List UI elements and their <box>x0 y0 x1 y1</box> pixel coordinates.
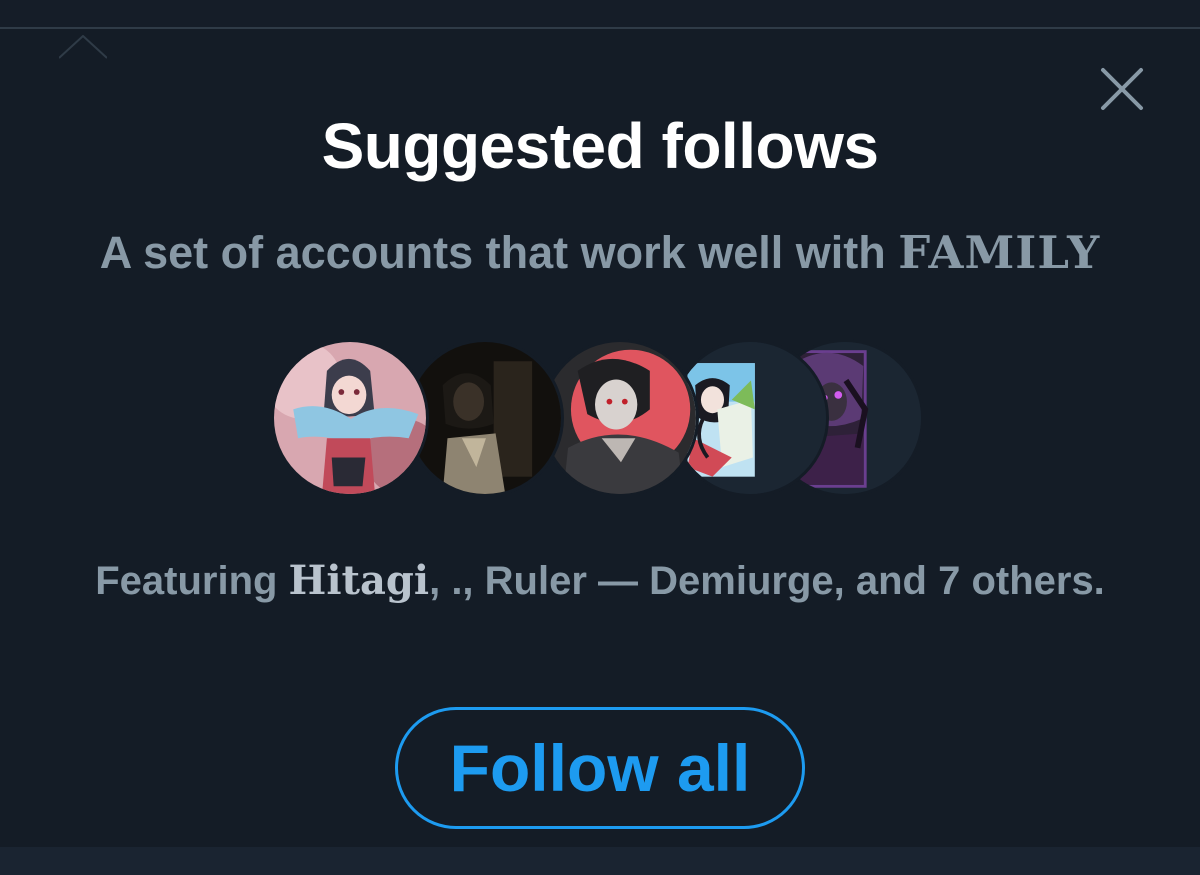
red-moon-portrait-avatar <box>544 342 696 494</box>
featuring-text: Featuring Hitagi, ., Ruler — Demiurge, a… <box>0 557 1200 604</box>
dark-portrait-avatar <box>409 342 561 494</box>
follow-all-button[interactable]: Follow all <box>395 707 805 829</box>
avatar-3[interactable] <box>541 339 699 497</box>
close-icon <box>1101 68 1143 110</box>
popover-title: Suggested follows <box>321 110 879 182</box>
popover-caret-icon <box>59 35 107 59</box>
popover-subtitle: A set of accounts that work well with FA… <box>0 226 1200 279</box>
suggested-follows-popover: Suggested follows A set of accounts that… <box>0 27 1200 849</box>
avatar-stack <box>271 339 931 501</box>
close-button[interactable] <box>1098 65 1146 113</box>
avatar-1[interactable] <box>271 339 429 497</box>
avatar-2[interactable] <box>406 339 564 497</box>
featured-name-hitagi: Hitagi <box>288 557 430 604</box>
subtitle-brand: FAMILY <box>898 226 1101 279</box>
anime-girl-scarf-avatar <box>274 342 426 494</box>
subtitle-text: A set of accounts that work well with <box>99 227 899 278</box>
featuring-rest: , ., Ruler — Demiurge, and 7 others. <box>429 559 1105 603</box>
featuring-prefix: Featuring <box>95 559 289 603</box>
bottom-divider <box>0 847 1200 875</box>
